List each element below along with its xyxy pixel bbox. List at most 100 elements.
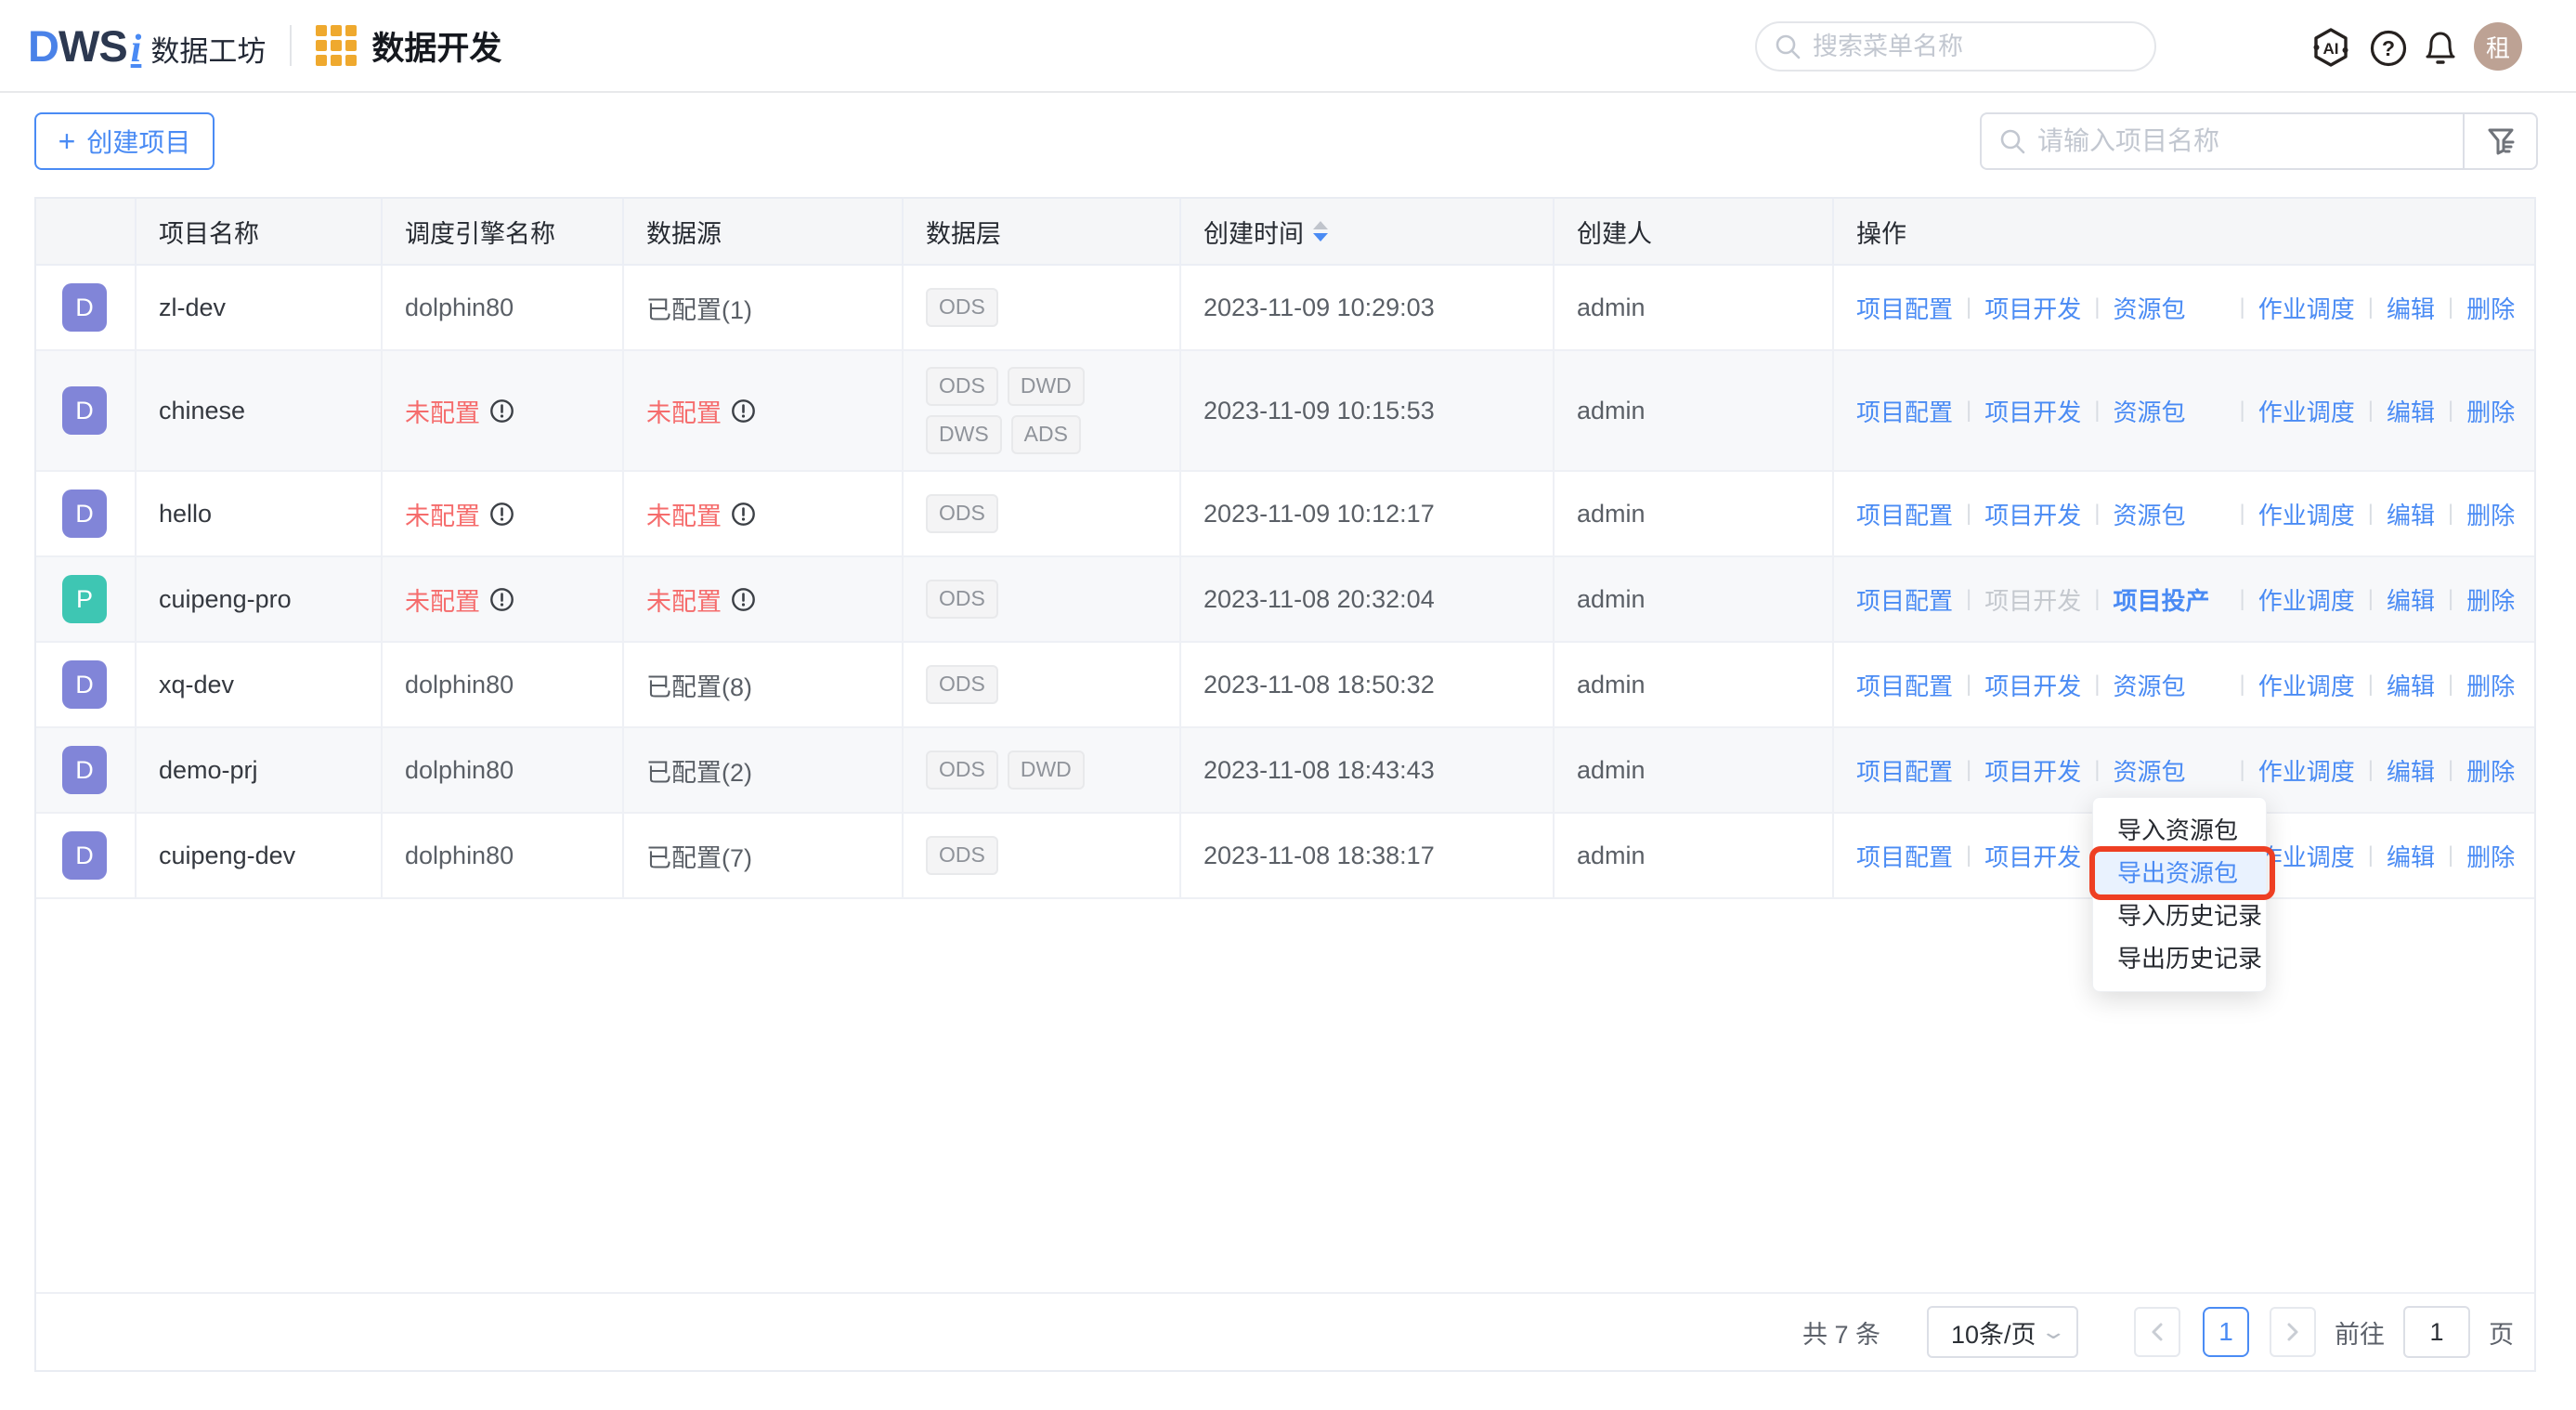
op-link[interactable]: 作业调度	[2258, 753, 2355, 788]
creator: admin	[1577, 756, 1646, 785]
menu-item-export-history[interactable]: 导出历史记录	[2093, 937, 2266, 980]
op-link[interactable]: 项目开发	[1984, 839, 2081, 873]
engine-value: 未配置	[405, 393, 480, 429]
op-link[interactable]: 删除	[2466, 668, 2515, 702]
project-badge-cell: D	[36, 814, 137, 897]
menu-item-export-package[interactable]: 导出资源包	[2093, 852, 2266, 894]
create-project-button[interactable]: + 创建项目	[34, 112, 215, 170]
sort-desc-icon[interactable]	[1313, 233, 1328, 242]
op-link[interactable]: 项目配置	[1856, 753, 1953, 788]
op-link[interactable]: 项目开发	[1984, 394, 2081, 428]
op-link[interactable]: 作业调度	[2258, 291, 2355, 325]
menu-search[interactable]	[1755, 21, 2156, 72]
op-link[interactable]: 编辑	[2387, 497, 2435, 531]
op-link[interactable]: 编辑	[2387, 394, 2435, 428]
next-page-button[interactable]	[2270, 1307, 2316, 1357]
op-link[interactable]: 编辑	[2387, 668, 2435, 702]
prev-page-button[interactable]	[2134, 1307, 2180, 1357]
project-search-input[interactable]	[2037, 126, 2427, 156]
header-created-time: 创建时间	[1181, 199, 1555, 264]
op-link[interactable]: 删除	[2466, 582, 2515, 617]
project-name-cell: chinese	[137, 351, 383, 470]
header-project-name: 项目名称	[137, 199, 383, 264]
sort-asc-icon[interactable]	[1313, 221, 1328, 229]
op-link[interactable]: 项目开发	[1984, 668, 2081, 702]
op-link[interactable]: 删除	[2466, 291, 2515, 325]
action-separator: |	[2094, 294, 2100, 320]
project-search-field[interactable]	[1980, 112, 2463, 170]
warning-icon	[489, 502, 514, 527]
op-link[interactable]: 资源包	[2114, 753, 2227, 788]
datalayer-cell: ODS	[904, 472, 1181, 555]
project-name: cuipeng-dev	[159, 842, 295, 870]
datalayer-cell: ODSDWDDWSADS	[904, 351, 1181, 470]
sort-carets-icon[interactable]	[1313, 221, 1328, 242]
filter-button[interactable]	[2463, 112, 2538, 170]
op-link[interactable]: 项目配置	[1856, 582, 1953, 617]
op-link[interactable]: 项目配置	[1856, 291, 1953, 325]
menu-item-import-history[interactable]: 导入历史记录	[2093, 894, 2266, 937]
op-link[interactable]: 资源包	[2114, 497, 2227, 531]
svg-text:?: ?	[2382, 36, 2395, 60]
help-icon[interactable]: ?	[2369, 29, 2408, 68]
plus-icon: +	[59, 126, 76, 156]
op-link[interactable]: 作业调度	[2258, 582, 2355, 617]
op-link[interactable]: 项目配置	[1856, 497, 1953, 531]
op-link[interactable]: 项目配置	[1856, 394, 1953, 428]
op-link[interactable]: 编辑	[2387, 582, 2435, 617]
action-separator: |	[2448, 672, 2453, 698]
created-time-cell: 2023-11-08 18:50:32	[1181, 643, 1555, 726]
goto-page-input[interactable]	[2403, 1306, 2470, 1358]
op-link[interactable]: 删除	[2466, 394, 2515, 428]
resource-package-dropdown: 导入资源包 导出资源包 导入历史记录 导出历史记录	[2092, 797, 2267, 992]
op-link[interactable]: 项目开发	[1984, 753, 2081, 788]
filter-funnel-icon	[2484, 124, 2517, 158]
op-link[interactable]: 删除	[2466, 753, 2515, 788]
ai-assistant-icon[interactable]: AI	[2309, 26, 2352, 69]
op-link[interactable]: 编辑	[2387, 291, 2435, 325]
op-link[interactable]: 项目开发	[1984, 291, 2081, 325]
op-link[interactable]: 编辑	[2387, 839, 2435, 873]
op-link[interactable]: 作业调度	[2258, 497, 2355, 531]
created-time: 2023-11-09 10:29:03	[1203, 294, 1435, 322]
op-link[interactable]: 删除	[2466, 839, 2515, 873]
action-separator: |	[2094, 398, 2100, 424]
op-link[interactable]: 作业调度	[2258, 668, 2355, 702]
datasource-value: 已配置(1)	[646, 290, 752, 326]
table-row: Dchinese未配置未配置ODSDWDDWSADS2023-11-09 10:…	[36, 351, 2534, 472]
actions-cell: 项目配置|项目开发|资源包|作业调度|编辑|删除	[1834, 643, 2534, 726]
topbar-divider	[290, 25, 292, 66]
engine-cell: dolphin80	[383, 728, 624, 812]
notification-bell-icon[interactable]	[2420, 27, 2461, 68]
op-link[interactable]: 项目配置	[1856, 668, 1953, 702]
project-name-cell: hello	[137, 472, 383, 555]
page-size-select[interactable]: 10条/页 ⌄	[1927, 1306, 2078, 1358]
op-link[interactable]: 删除	[2466, 497, 2515, 531]
datasource-cell: 已配置(8)	[624, 643, 904, 726]
current-page-button[interactable]: 1	[2203, 1307, 2249, 1357]
op-link[interactable]: 作业调度	[2258, 394, 2355, 428]
creator: admin	[1577, 585, 1646, 614]
app-switcher[interactable]: 数据开发	[316, 22, 501, 70]
action-links: 项目配置|项目开发|资源包|作业调度|编辑|删除	[1856, 668, 2515, 702]
action-separator: |	[1966, 672, 1971, 698]
op-link[interactable]: 编辑	[2387, 753, 2435, 788]
op-link[interactable]: 项目开发	[1984, 497, 2081, 531]
svg-text:AI: AI	[2323, 40, 2339, 58]
layer-tag: ODS	[926, 288, 998, 327]
op-link[interactable]: 项目配置	[1856, 839, 1953, 873]
header-datasource: 数据源	[624, 199, 904, 264]
menu-item-import-package[interactable]: 导入资源包	[2093, 809, 2266, 852]
op-link[interactable]: 资源包	[2114, 291, 2227, 325]
op-link[interactable]: 资源包	[2114, 394, 2227, 428]
user-avatar[interactable]: 租	[2474, 22, 2522, 71]
op-link[interactable]: 项目投产	[2114, 582, 2227, 617]
menu-search-input[interactable]	[1813, 33, 2119, 61]
project-name-cell: demo-prj	[137, 728, 383, 812]
op-link[interactable]: 作业调度	[2258, 839, 2355, 873]
project-type-badge: D	[62, 831, 107, 880]
actions-cell: 项目配置|项目开发|项目投产|作业调度|编辑|删除	[1834, 557, 2534, 641]
action-separator: |	[2448, 842, 2453, 868]
op-link[interactable]: 资源包	[2114, 668, 2227, 702]
layer-tag: ODS	[926, 836, 998, 875]
